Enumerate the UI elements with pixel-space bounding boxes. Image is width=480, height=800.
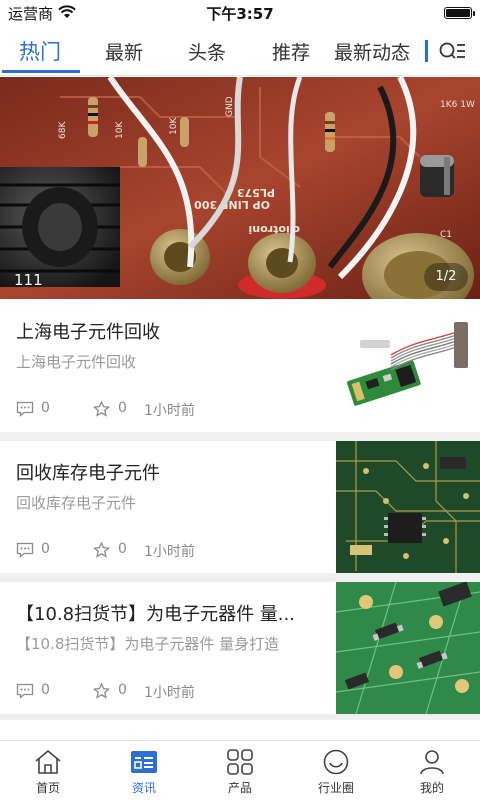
banner-carousel[interactable]: 68K 10K 10K GND 1K6 1W C1 cliotroni PL57… <box>0 77 480 299</box>
star-icon <box>93 542 110 558</box>
tab-headlines[interactable]: 头条 <box>188 38 226 65</box>
active-tab-underline <box>2 70 80 73</box>
comment-count: 0 <box>41 400 50 416</box>
star-icon <box>93 401 110 417</box>
search-menu-icon[interactable] <box>438 40 466 62</box>
svg-text:68K: 68K <box>58 121 68 139</box>
favorite-count: 0 <box>118 541 127 557</box>
nav-news-label: 资讯 <box>131 781 156 795</box>
smile-icon <box>323 749 349 775</box>
svg-text:OP LINE 300: OP LINE 300 <box>194 198 270 211</box>
clock: 下午3:57 <box>206 5 274 23</box>
article-title: 上海电子元件回收 <box>16 322 160 343</box>
list-separator <box>0 714 480 720</box>
grid-icon <box>227 749 253 775</box>
bottom-navigation: 首页 资讯 产品 行业圈 我的 <box>0 740 480 800</box>
comment-icon <box>16 401 34 417</box>
tab-latest[interactable]: 最新 <box>105 38 143 65</box>
nav-profile[interactable]: 我的 <box>384 741 480 800</box>
nav-home[interactable]: 首页 <box>0 741 96 800</box>
nav-news[interactable]: 资讯 <box>96 741 192 800</box>
svg-text:PL573: PL573 <box>237 186 275 199</box>
comment-icon <box>16 542 34 558</box>
star-icon <box>93 683 110 699</box>
tab-recommended[interactable]: 推荐 <box>272 38 310 65</box>
comment-count: 0 <box>41 541 50 557</box>
tab-divider <box>425 40 428 62</box>
status-bar: 运营商 下午3:57 <box>0 0 480 26</box>
list-separator <box>0 432 480 441</box>
comment-count: 0 <box>41 682 50 698</box>
article-thumbnail <box>336 582 480 714</box>
tab-hot[interactable]: 热门 <box>19 36 61 66</box>
publish-time: 1小时前 <box>144 544 195 560</box>
svg-text:10K: 10K <box>115 121 125 139</box>
nav-products-label: 产品 <box>227 781 252 795</box>
banner-caption: 111 <box>14 271 43 289</box>
favorite-count: 0 <box>118 682 127 698</box>
publish-time: 1小时前 <box>144 685 195 701</box>
article-thumbnail <box>336 300 480 432</box>
home-icon <box>35 749 61 774</box>
banner-page-indicator: 1/2 <box>424 263 468 291</box>
battery-icon <box>444 7 475 19</box>
nav-industry-label: 行业圈 <box>317 781 354 795</box>
banner-image: 68K 10K 10K GND 1K6 1W C1 cliotroni PL57… <box>0 77 480 299</box>
svg-text:1K6 1W: 1K6 1W <box>440 100 475 110</box>
nav-industry-circle[interactable]: 行业圈 <box>288 741 384 800</box>
article-thumbnail <box>336 441 480 573</box>
nav-home-label: 首页 <box>35 781 60 795</box>
favorite-count: 0 <box>118 400 127 416</box>
article-summary: 回收库存电子元件 <box>16 494 137 512</box>
category-tabs: 热门 最新 头条 推荐 最新动态 <box>0 26 480 76</box>
nav-products[interactable]: 产品 <box>192 741 288 800</box>
article-item[interactable]: 上海电子元件回收 上海电子元件回收 0 0 1小时前 <box>0 300 480 432</box>
article-title: 【10.8扫货节】为电子元器件 量... <box>16 604 295 625</box>
user-icon <box>420 750 444 775</box>
article-item[interactable]: 回收库存电子元件 回收库存电子元件 0 0 1小时前 <box>0 441 480 573</box>
article-title: 回收库存电子元件 <box>16 463 160 484</box>
tab-latest-news[interactable]: 最新动态 <box>334 38 410 65</box>
nav-profile-label: 我的 <box>419 781 444 795</box>
list-separator <box>0 573 480 582</box>
svg-text:10K: 10K <box>169 117 179 135</box>
article-summary: 上海电子元件回收 <box>16 353 137 371</box>
article-summary: 【10.8扫货节】为电子元器件 量身打造 <box>16 635 280 653</box>
publish-time: 1小时前 <box>144 403 195 419</box>
news-icon <box>131 751 157 773</box>
comment-icon <box>16 683 34 699</box>
article-item[interactable]: 【10.8扫货节】为电子元器件 量... 【10.8扫货节】为电子元器件 量身打… <box>0 582 480 714</box>
svg-text:GND: GND <box>225 96 235 117</box>
